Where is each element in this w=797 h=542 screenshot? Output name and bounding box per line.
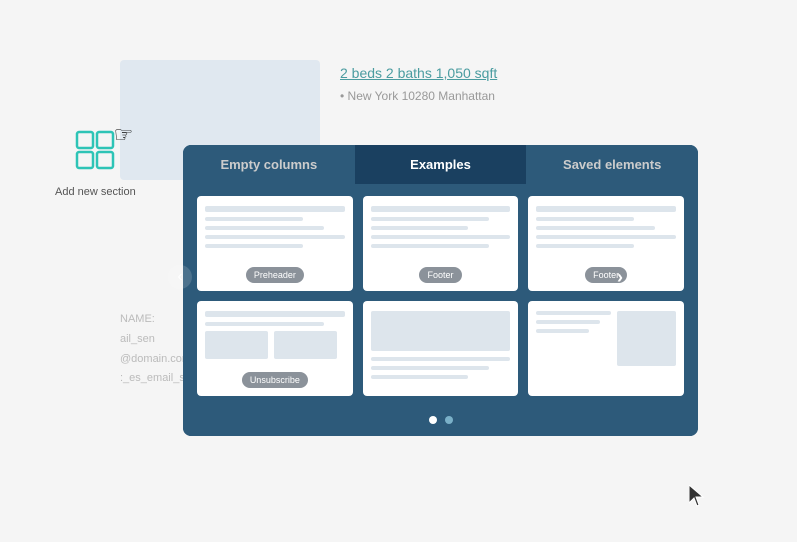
card-line [371,375,469,379]
sidebar-panel: ☞ Add new section [55,130,136,199]
card-badge-preheader: Preheader [246,267,304,283]
mouse-cursor-icon [689,485,707,512]
carousel-dot-2[interactable] [445,416,453,424]
card-line [205,226,324,230]
card-badge-footer-1: Footer [419,267,461,283]
card-block-2[interactable] [528,301,684,396]
card-line [536,311,611,315]
card-unsubscribe[interactable]: Unsubscribe [197,301,353,396]
card-line [536,235,676,239]
card-line [205,217,303,221]
cursor-hand-icon: ☞ [114,122,134,148]
card-line [205,235,345,239]
listing-title: 2 beds 2 baths 1,050 sqft [340,65,497,81]
card-line [371,206,511,212]
card-line [205,311,345,317]
carousel-dots [183,408,698,436]
card-block-1[interactable] [363,301,519,396]
card-line [536,226,655,230]
card-line [536,320,600,324]
card-line [371,244,490,248]
carousel-dot-1[interactable] [429,416,437,424]
tabs-container: Empty columns Examples Saved elements [183,145,698,184]
card-line [205,206,345,212]
tab-saved-elements[interactable]: Saved elements [526,145,698,184]
popup-panel: Empty columns Examples Saved elements Pr… [183,145,698,436]
tab-empty-columns[interactable]: Empty columns [183,145,355,184]
card-block [274,331,337,359]
card-line [371,226,469,230]
tab-examples[interactable]: Examples [355,145,527,184]
card-footer-1[interactable]: Footer [363,196,519,291]
card-image-block [371,311,511,351]
grid-icon [75,130,115,170]
card-badge-unsubscribe: Unsubscribe [242,372,308,388]
carousel-next-button[interactable]: › [608,265,632,289]
listing-text: 2 beds 2 baths 1,050 sqft • New York 102… [340,65,497,103]
card-preheader[interactable]: Preheader [197,196,353,291]
card-footer-2[interactable]: Footer [528,196,684,291]
card-line [536,206,676,212]
card-line [371,357,511,361]
card-line [371,366,490,370]
carousel-prev-button[interactable]: ‹ [168,265,192,289]
add-section-icon-container[interactable]: ☞ [75,130,115,175]
listing-subtitle: • New York 10280 Manhattan [340,89,497,103]
card-image-block-right [617,311,676,366]
card-line [371,217,490,221]
cards-grid: Preheader Footer Footer [183,184,698,408]
card-line [371,235,511,239]
card-line [536,217,634,221]
card-line [536,329,589,333]
card-block [205,331,268,359]
add-section-label: Add new section [55,185,136,199]
card-line [536,244,634,248]
card-line [205,244,303,248]
card-line [205,322,324,326]
